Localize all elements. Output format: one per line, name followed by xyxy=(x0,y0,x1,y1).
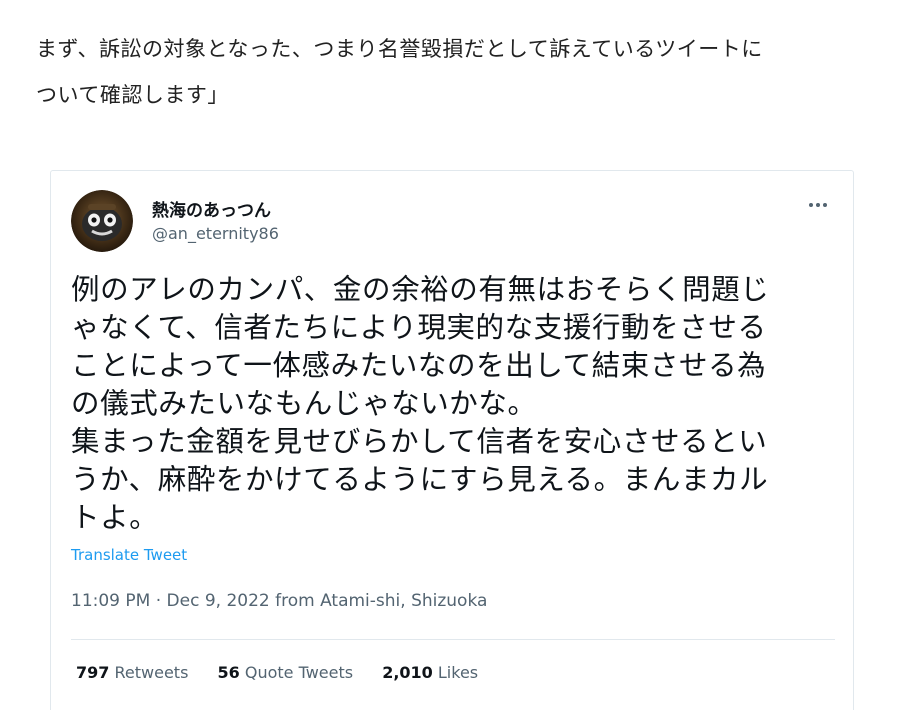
likes-stat[interactable]: 2,010 Likes xyxy=(382,663,478,682)
article-intro-text: まず、訴訟の対象となった、つまり名誉毀損だとして訴えているツイートに ついて確認… xyxy=(36,26,876,118)
tweet-stats: 797 Retweets 56 Quote Tweets 2,010 Likes xyxy=(76,663,502,682)
translate-tweet-link[interactable]: Translate Tweet xyxy=(71,546,187,564)
tweet-body: 例のアレのカンパ、金の余裕の有無はおそらく問題じ ゃなくて、信者たちにより現実的… xyxy=(71,271,831,537)
quote-tweets-count: 56 xyxy=(217,663,240,682)
more-options-button[interactable] xyxy=(803,195,833,215)
retweets-label: Retweets xyxy=(114,663,189,682)
avatar[interactable] xyxy=(71,190,133,252)
retweets-count: 797 xyxy=(76,663,110,682)
divider xyxy=(71,639,835,640)
retweets-stat[interactable]: 797 Retweets xyxy=(76,663,188,682)
more-dots-icon xyxy=(809,203,827,207)
author-name[interactable]: 熱海のあっつん xyxy=(152,196,271,221)
likes-count: 2,010 xyxy=(382,663,433,682)
intro-line: ついて確認します」 xyxy=(36,83,229,107)
likes-label: Likes xyxy=(437,663,479,682)
avatar-image xyxy=(71,190,133,252)
tweet-text-line: 集まった金額を見せびらかして信者を安心させるとい xyxy=(71,425,768,458)
tweet-text-line: 例のアレのカンパ、金の余裕の有無はおそらく問題じ xyxy=(71,273,770,306)
tweet-text-line: ことによって一体感みたいなのを出して結束させる為 xyxy=(71,349,767,382)
embedded-tweet-card: 熱海のあっつん @an_eternity86 例のアレのカンパ、金の余裕の有無は… xyxy=(50,170,854,710)
tweet-text-line: の儀式みたいなもんじゃないかな。 xyxy=(71,387,537,420)
tweet-timestamp[interactable]: 11:09 PM · Dec 9, 2022 from Atami-shi, S… xyxy=(71,591,487,611)
tweet-text-line: うか、麻酔をかけてるようにすら見える。まんまカル xyxy=(71,463,769,496)
author-handle[interactable]: @an_eternity86 xyxy=(152,224,279,243)
quote-tweets-stat[interactable]: 56 Quote Tweets xyxy=(218,663,354,682)
intro-line: まず、訴訟の対象となった、つまり名誉毀損だとして訴えているツイートに xyxy=(36,37,763,61)
quote-tweets-label: Quote Tweets xyxy=(244,663,354,682)
tweet-text-line: トよ。 xyxy=(71,501,159,534)
tweet-text-line: ゃなくて、信者たちにより現実的な支援行動をさせる xyxy=(71,311,767,344)
